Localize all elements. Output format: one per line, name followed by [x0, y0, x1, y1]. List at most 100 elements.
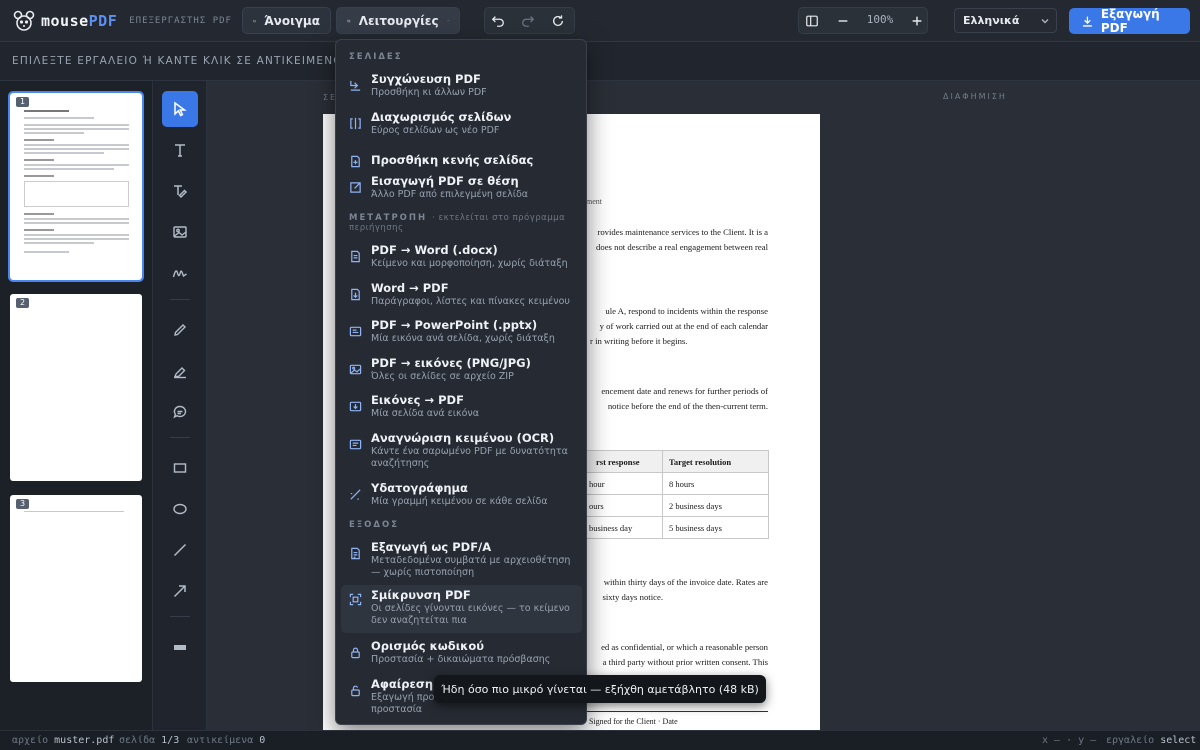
status-page: σελίδα 1/3	[119, 735, 180, 746]
menu-item-title: Ορισμός κωδικού	[371, 639, 485, 653]
split-icon	[350, 117, 361, 130]
menu-item-pdf-to-word[interactable]: PDF → Word (.docx) Κείμενο και μορφοποίη…	[341, 242, 582, 276]
line-tool[interactable]	[162, 532, 198, 568]
thumbnail-text-line	[24, 132, 84, 134]
menu-item-word-to-pdf[interactable]: Word → PDF Παράγραφοι, λίστες και πίνακε…	[341, 280, 582, 314]
menu-item-add-blank-page[interactable]: Προσθήκη κενής σελίδας	[341, 147, 582, 173]
menu-section-convert: ΜΕΤΑΤΡΟΠΗ · εκτελείται στο πρόγραμμα περ…	[349, 213, 566, 233]
insert-icon	[350, 182, 361, 193]
menu-item-title: Εισαγωγή PDF σε θέση	[371, 174, 519, 188]
pen-tool[interactable]	[162, 312, 198, 348]
image-icon	[173, 226, 187, 238]
page-thumbnail-1[interactable]: 1	[8, 91, 144, 282]
functions-button-label: Λειτουργίες	[358, 13, 439, 28]
signature-line	[587, 711, 768, 712]
menu-item-title: Εικόνες → PDF	[371, 393, 464, 407]
menu-item-watermark[interactable]: Υδατογράφημα Μία γραμμή κειμένου σε κάθε…	[341, 480, 582, 514]
mouse-logo-icon	[13, 10, 35, 31]
table-cell: 5 business days	[662, 516, 769, 539]
zoom-in-button[interactable]	[903, 7, 930, 34]
compress-icon	[349, 593, 362, 606]
thumbnail-text-line	[24, 222, 129, 224]
menu-item-title: PDF → PowerPoint (.pptx)	[371, 318, 538, 332]
lock-icon	[351, 647, 360, 659]
tool-separator	[170, 299, 190, 300]
menu-item-pdf-to-powerpoint[interactable]: PDF → PowerPoint (.pptx) Μία εικόνα ανά …	[341, 317, 582, 351]
image-tool[interactable]	[162, 214, 198, 250]
app-subtitle: ΕΠΕΞΕΡΓΑΣΤΗΣ PDF	[129, 16, 232, 26]
app-name: mousePDF	[41, 12, 118, 30]
app-logo: mousePDF ΕΠΕΞΕΡΓΑΣΤΗΣ PDF	[12, 9, 232, 33]
minus-icon	[838, 19, 847, 22]
menu-item-images-to-pdf[interactable]: Εικόνες → PDF Μία σελίδα ανά εικόνα	[341, 392, 582, 426]
thumbnail-text-line	[24, 124, 129, 126]
toggle-sidebar-button[interactable]	[798, 7, 825, 34]
thumbnail-text-line	[24, 238, 129, 240]
menu-item-subtitle: Μεταδεδομένα συμβατά με αρχειοθέτηση — χ…	[371, 555, 571, 578]
functions-dropdown-menu: ΣΕΛΙΔΕΣ Συγχώνευση PDF Προσθήκη κι άλλων…	[335, 39, 587, 725]
chevron-down-icon	[1041, 19, 1049, 24]
table-cell: 2 business days	[662, 494, 769, 517]
open-button[interactable]: Άνοιγμα	[242, 7, 331, 34]
watermark-icon	[350, 489, 361, 500]
status-file: αρχείο muster.pdf	[12, 735, 115, 746]
signature-icon	[172, 270, 187, 278]
menu-item-title: PDF → εικόνες (PNG/JPG)	[371, 356, 531, 370]
language-select[interactable]: Ελληνικά	[954, 8, 1057, 33]
select-tool[interactable]	[162, 91, 198, 127]
comment-icon	[173, 405, 187, 419]
thumbnail-text-line	[24, 159, 54, 161]
comment-tool[interactable]	[162, 394, 198, 430]
cursor-arrow-icon	[174, 101, 187, 117]
rectangle-tool[interactable]	[162, 450, 198, 486]
menu-item-subtitle: Μία γραμμή κειμένου σε κάθε σελίδα	[371, 496, 548, 507]
menu-item-insert-pdf[interactable]: Εισαγωγή PDF σε θέση Άλλο PDF από επιλεγ…	[341, 173, 582, 207]
zoom-out-button[interactable]	[829, 7, 856, 34]
page-thumbnail-3[interactable]: 3	[10, 495, 142, 682]
list-icon	[347, 19, 351, 22]
undo-button[interactable]	[484, 7, 511, 34]
page-thumbnail-2[interactable]: 2	[10, 294, 142, 481]
menu-item-set-password[interactable]: Ορισμός κωδικού Προστασία + δικαιώματα π…	[341, 638, 582, 672]
menu-item-title: Αναγνώριση κειμένου (OCR)	[371, 431, 555, 445]
menu-item-merge-pdf[interactable]: Συγχώνευση PDF Προσθήκη κι άλλων PDF	[341, 71, 582, 105]
ellipse-tool[interactable]	[162, 491, 198, 527]
signature-tool[interactable]	[162, 255, 198, 291]
table-cell: 8 hours	[662, 472, 769, 495]
export-pdf-button[interactable]: Εξαγωγή PDF	[1069, 7, 1190, 35]
menu-item-pdf-to-images[interactable]: PDF → εικόνες (PNG/JPG) Όλες οι σελίδες …	[341, 355, 582, 389]
menu-item-split-pages[interactable]: Διαχωρισμός σελίδων Εύρος σελίδων ως νέο…	[341, 109, 582, 143]
menu-item-export-pdfa[interactable]: Εξαγωγή ως PDF/A Μεταδεδομένα συμβατά με…	[341, 539, 582, 583]
menu-item-subtitle: Εύρος σελίδων ως νέο PDF	[371, 125, 500, 136]
ellipse-icon	[173, 503, 187, 515]
chevron-down-icon	[446, 20, 449, 22]
menu-section-pages: ΣΕΛΙΔΕΣ	[349, 52, 403, 62]
redo-button[interactable]	[514, 7, 541, 34]
thumbnail-text-line	[24, 128, 129, 130]
ocr-icon	[349, 439, 362, 450]
thumbnail-text-line	[24, 148, 129, 150]
toast-notification: Ήδη όσο πιο μικρό γίνεται — εξήχθη αμετά…	[434, 675, 766, 703]
text-tool[interactable]	[162, 132, 198, 168]
thumbnail-text-line	[24, 213, 54, 215]
reload-button[interactable]	[544, 7, 571, 34]
menu-item-compress-pdf[interactable]: Σμίκρυνση PDF Οι σελίδες γίνονται εικόνε…	[341, 585, 582, 633]
highlighter-tool[interactable]	[162, 353, 198, 389]
menu-item-ocr[interactable]: Αναγνώριση κειμένου (OCR) Κάντε ένα σαρω…	[341, 430, 582, 474]
menu-item-title: Συγχώνευση PDF	[371, 72, 481, 86]
arrow-tool[interactable]	[162, 573, 198, 609]
rectangle-icon	[173, 463, 187, 473]
archive-icon	[351, 547, 360, 560]
language-value: Ελληνικά	[963, 14, 1020, 27]
plus-icon	[912, 16, 921, 25]
word-icon	[351, 250, 360, 263]
images-to-pdf-icon	[349, 401, 362, 412]
image-icon	[349, 364, 362, 375]
menu-item-subtitle: Μία εικόνα ανά σελίδα, χωρίς διάταξη	[371, 333, 555, 344]
status-bar: αρχείο muster.pdf σελίδα 1/3 αντικείμενα…	[0, 730, 1200, 750]
functions-menu-button[interactable]: Λειτουργίες	[336, 7, 460, 34]
menu-item-subtitle: Οι σελίδες γίνονται εικόνες — το κείμενο…	[371, 603, 570, 626]
edit-text-tool[interactable]	[162, 173, 198, 209]
redact-tool[interactable]	[162, 629, 198, 665]
thumbnail-text-line	[24, 110, 69, 112]
